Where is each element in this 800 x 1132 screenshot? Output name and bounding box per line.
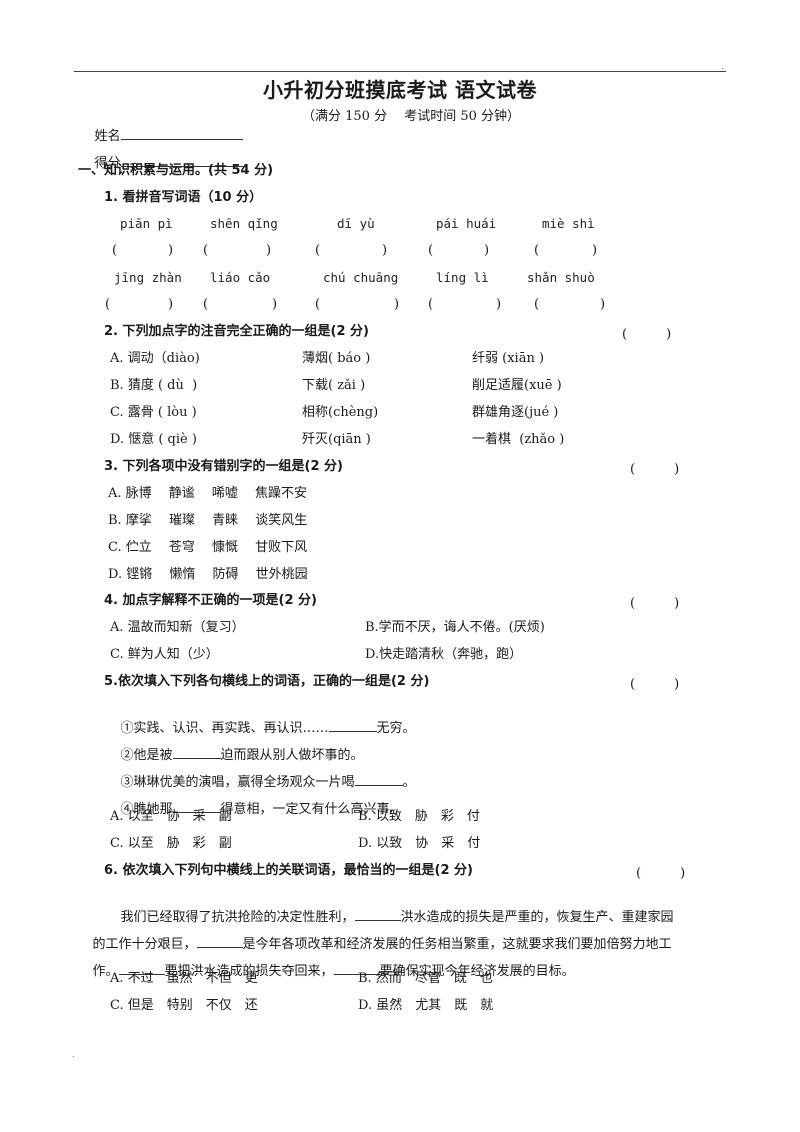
- q4-title: 4. 加点字解释不正确的一项是(2 分): [104, 593, 317, 608]
- pinyin: miè shì: [542, 216, 595, 231]
- answer-box-open[interactable]: (: [428, 297, 433, 312]
- pinyin: piān pì: [120, 216, 173, 231]
- answer-box-open[interactable]: (: [534, 243, 539, 258]
- pinyin: líng lì: [436, 270, 489, 285]
- q6-answer-paren[interactable]: ( ): [636, 862, 685, 881]
- q5-option-b: B. 以致 胁 彩 付: [358, 809, 480, 824]
- q4-option-c: C. 鲜为人知（少）: [110, 647, 219, 662]
- answer-box-close[interactable]: ): [394, 297, 399, 312]
- sentence-text: 无穷。: [376, 721, 416, 736]
- header-rule: [74, 71, 726, 72]
- answer-box-open[interactable]: (: [315, 297, 320, 312]
- q4-answer-paren[interactable]: ( ): [630, 592, 679, 611]
- q3-answer-paren[interactable]: ( ): [630, 458, 679, 477]
- pinyin: pái huái: [436, 216, 497, 231]
- answer-box-close[interactable]: ): [266, 243, 271, 258]
- sentence-text: 。: [402, 775, 416, 790]
- exam-title: 小升初分班摸底考试 语文试卷: [263, 78, 537, 102]
- q4-option-b: B.学而不厌，诲人不倦。(厌烦): [365, 620, 545, 635]
- q6-option-c: C. 但是 特别 不仅 还: [110, 998, 258, 1013]
- answer-box-close[interactable]: ): [600, 297, 605, 312]
- q5-option-d: D. 以致 协 采 付: [358, 836, 481, 851]
- q2-option-b-2: 下载( zǎi ): [302, 378, 366, 393]
- q6-option-d: D. 虽然 尤其 既 就: [358, 998, 494, 1013]
- footer-mark: .: [72, 1050, 75, 1059]
- answer-box-open[interactable]: (: [203, 243, 208, 258]
- answer-box-open[interactable]: (: [203, 297, 208, 312]
- q2-option-c-3: 群雄角逐(jué ): [472, 405, 559, 420]
- q2-option-a-3: 纤弱 (xiān ): [472, 351, 545, 366]
- q4-option-a: A. 温故而知新（复习）: [110, 620, 245, 635]
- answer-box-close[interactable]: ): [484, 243, 489, 258]
- pinyin: dī yù: [337, 216, 375, 231]
- answer-box-open[interactable]: (: [112, 243, 117, 258]
- q5-title: 5.依次填入下列各句横线上的词语，正确的一组是(2 分): [104, 674, 430, 689]
- answer-box-open[interactable]: (: [534, 297, 539, 312]
- q2-option-d-3: 一着棋 (zhǎo ): [472, 432, 565, 447]
- q5-answer-paren[interactable]: ( ): [630, 673, 679, 692]
- pinyin: jīng zhàn: [114, 270, 182, 285]
- q2-option-b-1: B. 猜度 ( dù ): [110, 378, 198, 393]
- answer-box-close[interactable]: ): [592, 243, 597, 258]
- q1-title: 1. 看拼音写词语（10 分）: [104, 190, 263, 205]
- q2-option-d-1: D. 惬意 ( qiè ): [110, 432, 197, 447]
- q2-option-a-1: A. 调动（diào): [110, 351, 200, 366]
- exam-meta: （满分 150 分 考试时间 50 分钟）: [302, 109, 521, 124]
- q5-option-c: C. 以至 胁 彩 副: [110, 836, 232, 851]
- q2-option-c-2: 相称(chèng): [302, 405, 379, 420]
- q4-option-d: D.快走踏清秋（奔驰，跑）: [365, 647, 523, 662]
- answer-box-close[interactable]: ): [382, 243, 387, 258]
- q2-option-b-3: 削足适履(xuē ): [472, 378, 562, 393]
- answer-box-close[interactable]: ): [272, 297, 277, 312]
- pinyin: shǎn shuò: [527, 270, 595, 285]
- q3-title: 3. 下列各项中没有错别字的一组是(2 分): [104, 459, 343, 474]
- q2-option-a-2: 薄烟( báo ): [302, 351, 371, 366]
- q2-option-c-1: C. 露骨 ( lòu ): [110, 405, 197, 420]
- section-1-heading: 一、知识积累与运用。(共 54 分): [78, 163, 274, 178]
- q3-option-b: B. 摩挲 璀璨 青睐 谈笑风生: [108, 513, 308, 528]
- exam-page: . 小升初分班摸底考试 语文试卷 姓名 （满分 150 分 考试时间 50 分钟…: [0, 0, 800, 1132]
- pinyin: liáo cǎo: [210, 270, 271, 285]
- q2-option-d-2: 歼灭(qiān ): [302, 432, 371, 447]
- q2-answer-paren[interactable]: ( ): [622, 323, 671, 342]
- q2-title: 2. 下列加点字的注音完全正确的一组是(2 分): [104, 324, 369, 339]
- answer-box-close[interactable]: ): [496, 297, 501, 312]
- q5-option-a: A. 以至 协 采 副: [110, 809, 232, 824]
- answer-box-close[interactable]: ): [168, 297, 173, 312]
- q3-option-a: A. 脉博 静谧 唏嘘 焦躁不安: [108, 486, 308, 501]
- pinyin: chú chuāng: [323, 270, 399, 285]
- corner-mark: .: [721, 62, 724, 71]
- answer-box-open[interactable]: (: [315, 243, 320, 258]
- pinyin: shēn qǐng: [210, 216, 278, 231]
- q3-option-c: C. 伫立 苍穹 慷慨 甘败下风: [108, 540, 308, 555]
- answer-box-open[interactable]: (: [428, 243, 433, 258]
- answer-box-open[interactable]: (: [105, 297, 110, 312]
- q6-option-a: A. 不过 虽然 不但 更: [110, 971, 258, 986]
- q6-title: 6. 依次填入下列句中横线上的关联词语，最恰当的一组是(2 分): [104, 863, 473, 878]
- q3-option-d: D. 铿锵 懒惰 防碍 世外桃园: [108, 567, 308, 582]
- q6-option-b: B. 然而 尽管 既 也: [358, 971, 493, 986]
- answer-box-close[interactable]: ): [168, 243, 173, 258]
